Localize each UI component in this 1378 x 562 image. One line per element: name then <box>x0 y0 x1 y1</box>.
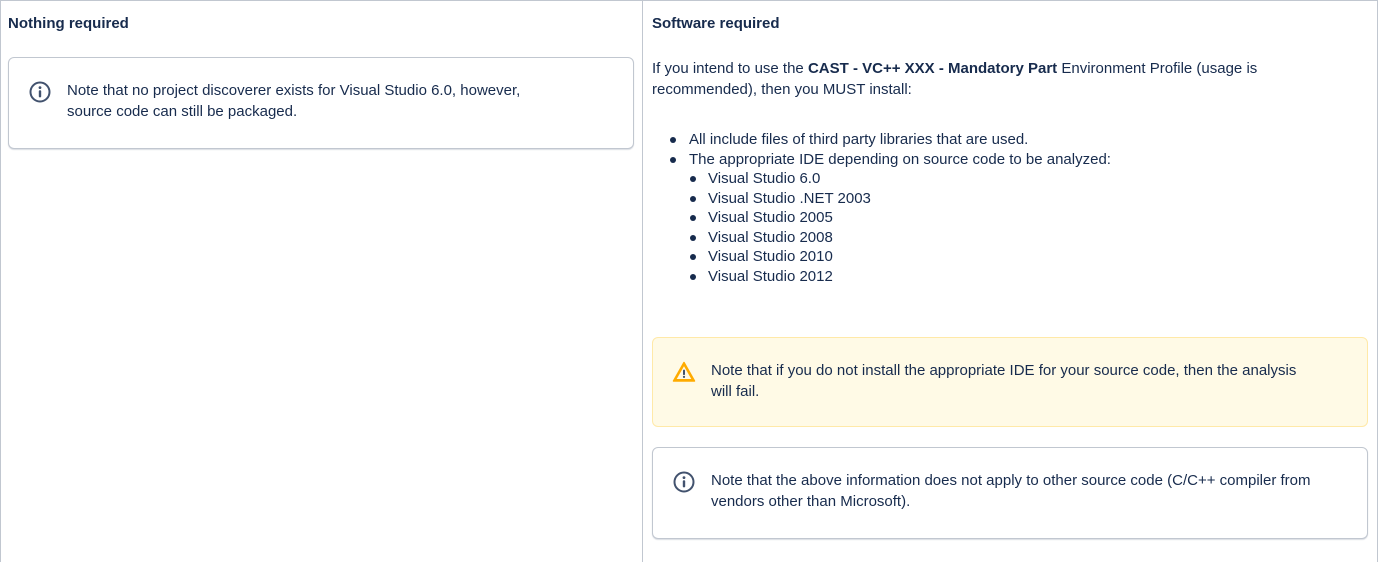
ide-list: Visual Studio 6.0 Visual Studio .NET 200… <box>690 169 1111 286</box>
info-note: Note that the above information does not… <box>711 472 1311 510</box>
info-icon <box>672 470 696 494</box>
environment-profile-name: CAST - VC++ XXX - Mandatory Part <box>807 60 1058 77</box>
requirements-table: Nothing required Note that no project di… <box>0 0 1378 562</box>
column-software-required: Software required If you intend to use t… <box>643 1 1378 562</box>
warning-note: Note that if you do not install the appr… <box>711 362 1297 400</box>
info-icon <box>28 80 52 104</box>
warning-panel: Note that if you do not install the appr… <box>652 337 1368 427</box>
list-item: Visual Studio 2012 <box>690 267 1111 287</box>
warning-icon <box>672 360 696 384</box>
list-item: All include files of third party librari… <box>670 130 1111 150</box>
column-nothing-required: Nothing required Note that no project di… <box>0 1 643 562</box>
requirements-list: All include files of third party librari… <box>670 130 1111 286</box>
info-note: Note that no project discoverer exists f… <box>67 82 521 120</box>
column-heading: Nothing required <box>8 15 129 32</box>
info-panel: Note that the above information does not… <box>652 447 1368 539</box>
list-item: The appropriate IDE depending on source … <box>670 150 1111 287</box>
list-item: Visual Studio .NET 2003 <box>690 189 1111 209</box>
intro-paragraph: If you intend to use the CAST - VC++ XXX… <box>652 60 1258 98</box>
list-item: Visual Studio 2008 <box>690 228 1111 248</box>
list-item: Visual Studio 2005 <box>690 208 1111 228</box>
info-panel: Note that no project discoverer exists f… <box>8 57 634 149</box>
list-item: Visual Studio 2010 <box>690 247 1111 267</box>
column-heading: Software required <box>652 15 780 32</box>
list-item: Visual Studio 6.0 <box>690 169 1111 189</box>
